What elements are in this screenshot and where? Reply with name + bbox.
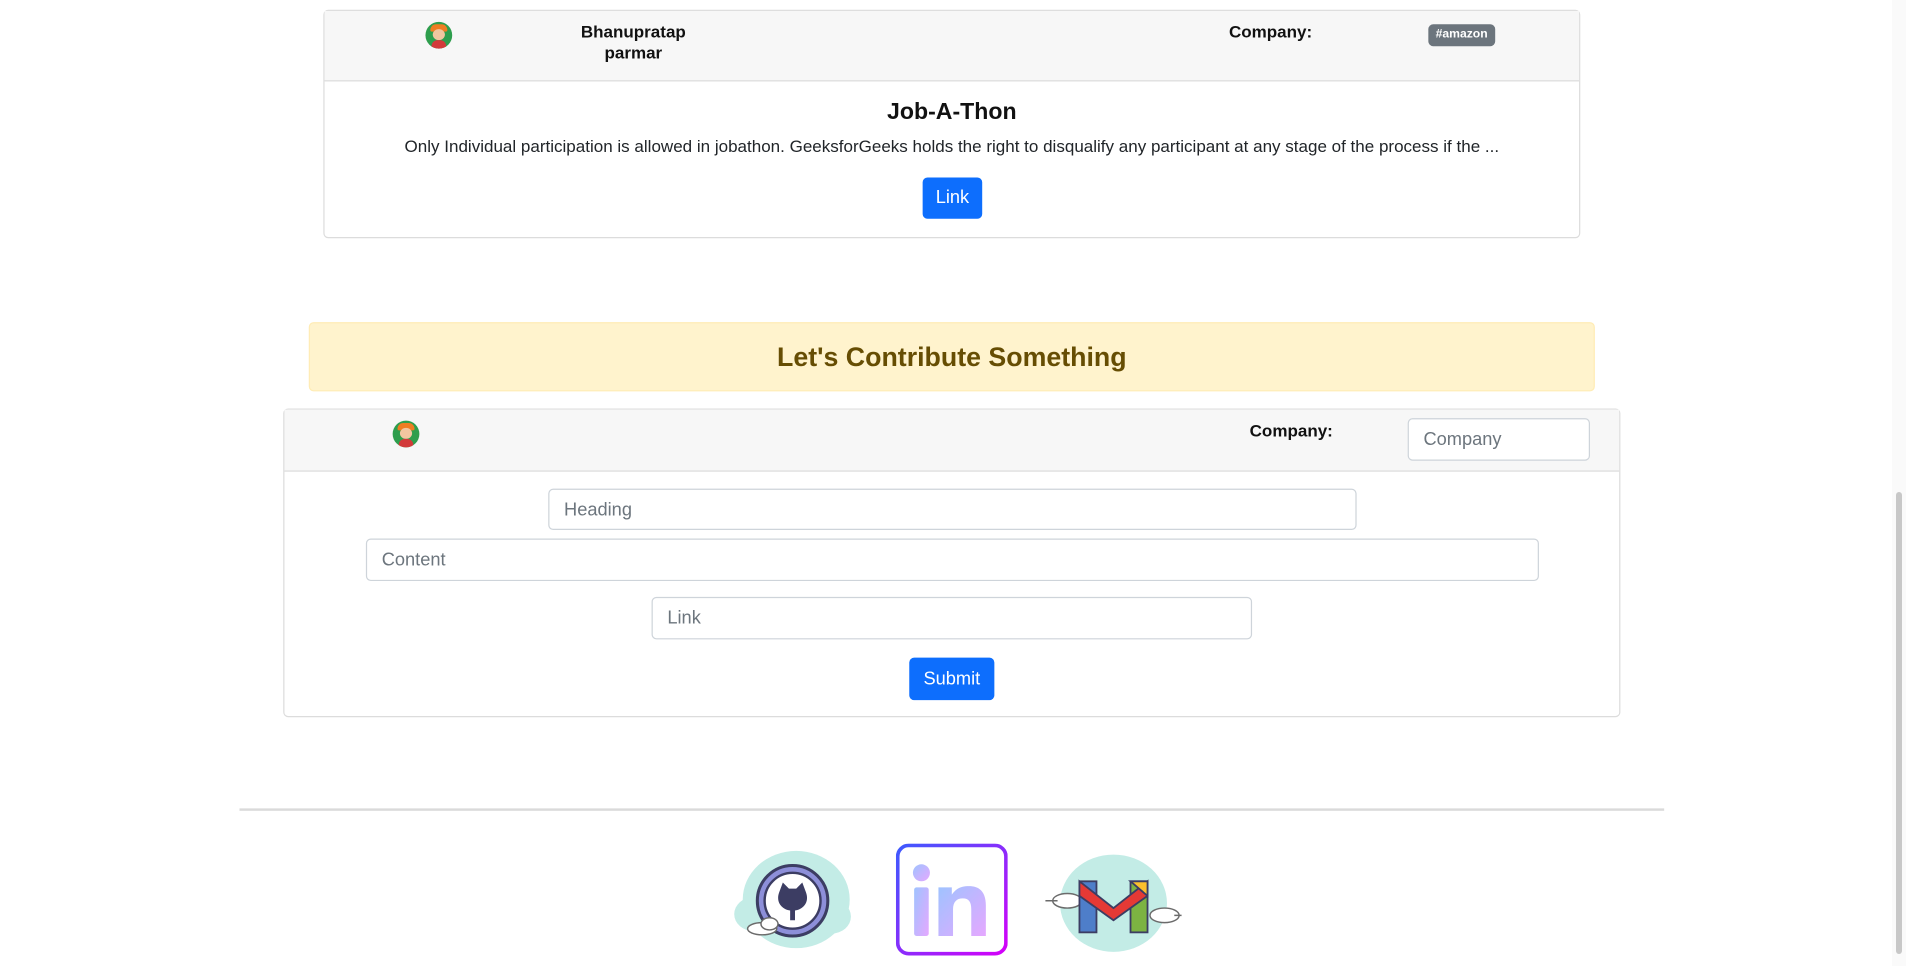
page: Bhanupratap parmar Company: #amazon Job-…: [0, 0, 1906, 969]
link-input[interactable]: [651, 596, 1253, 640]
post-card: Bhanupratap parmar Company: #amazon Job-…: [323, 9, 1581, 239]
footer-divider: [239, 808, 1665, 811]
contribute-heading: Let's Contribute Something: [777, 341, 1127, 372]
github-link[interactable]: [729, 844, 853, 956]
avatar-icon: [425, 21, 453, 49]
contribute-form-header: Company:: [284, 409, 1620, 472]
company-label: Company:: [1228, 21, 1313, 42]
post-title: Job-A-Thon: [887, 99, 1017, 126]
post-link-button[interactable]: Link: [922, 177, 983, 219]
post-card-header: Bhanupratap parmar Company: #amazon: [324, 10, 1580, 82]
page-scrollbar[interactable]: [1892, 0, 1906, 966]
linkedin-icon: [895, 843, 1008, 956]
company-tag-badge: #amazon: [1428, 24, 1495, 47]
submit-button[interactable]: Submit: [909, 657, 995, 701]
user-avatar-icon: [392, 420, 420, 448]
github-icon: [734, 850, 851, 949]
gmail-link[interactable]: [1041, 847, 1184, 954]
company-label: Company:: [1249, 420, 1333, 441]
contribute-heading-banner: Let's Contribute Something: [308, 322, 1595, 392]
content-input[interactable]: [365, 538, 1539, 582]
linkedin-link[interactable]: [895, 843, 1008, 956]
scrollbar-thumb[interactable]: [1896, 492, 1902, 954]
heading-input[interactable]: [548, 488, 1357, 531]
company-input[interactable]: [1407, 418, 1591, 461]
post-content: Only Individual participation is allowed…: [404, 136, 1500, 156]
gmail-icon: [1045, 854, 1182, 952]
contribute-form-card: Company: Submit: [283, 408, 1621, 718]
author-name: Bhanupratap parmar: [580, 21, 686, 62]
